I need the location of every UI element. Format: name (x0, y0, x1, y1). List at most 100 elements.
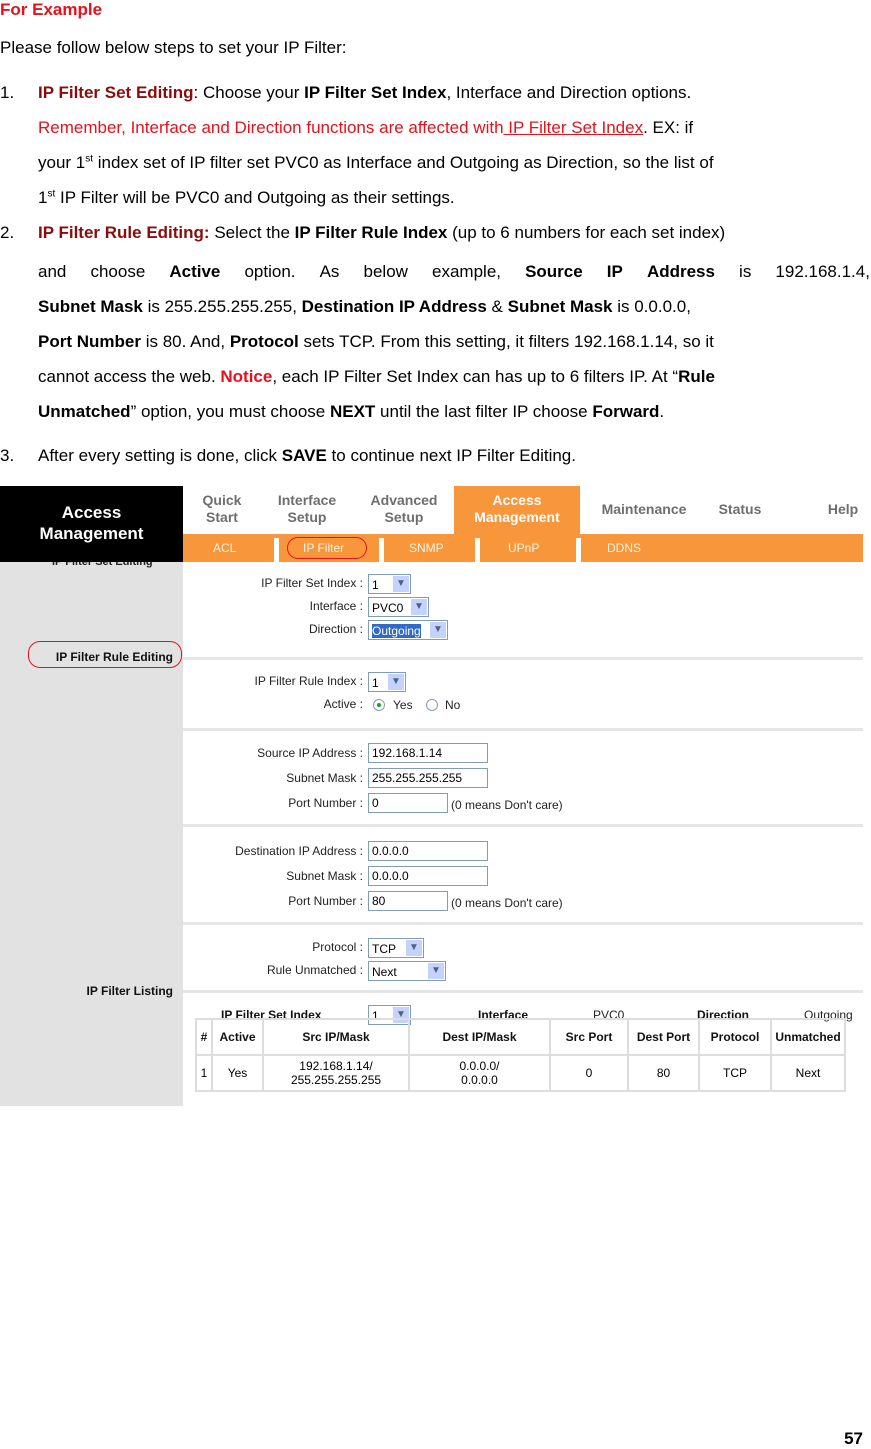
page-number: 57 (844, 1429, 863, 1448)
rule-index-select[interactable]: 1 ▼ (368, 672, 406, 692)
filter-list-table: # Active Src IP/Mask Dest IP/Mask Src Po… (195, 1018, 846, 1092)
divider (183, 922, 863, 925)
sub-nav: ACL IP Filter SNMP UPnP DDNS (183, 534, 863, 562)
tab-status[interactable]: Status (713, 501, 767, 518)
divider (183, 657, 863, 660)
step3-line1: After every setting is done, click SAVE … (38, 446, 576, 465)
port-hint: (0 means Don't care) (451, 896, 563, 910)
chevron-down-icon: ▼ (388, 674, 404, 690)
unmatched-label: Rule Unmatched : (266, 963, 363, 977)
step2-line6: Unmatched” option, you must choose NEXT … (38, 402, 665, 421)
src-ip-input[interactable]: 192.168.1.14 (368, 743, 488, 763)
direction-label: Direction : (308, 622, 363, 636)
router-screenshot: IP Filter Set Editing IP Filter Rule Edi… (0, 486, 863, 1106)
step2-line5: cannot access the web. Notice, each IP F… (38, 367, 715, 386)
active-label: Active : (323, 697, 363, 711)
chevron-down-icon: ▼ (393, 576, 409, 592)
step-number: 3. (0, 446, 15, 465)
step2-line2: and choose Active option. As below example, Sou… (38, 262, 870, 281)
tab-help[interactable]: Help (823, 501, 863, 518)
step1-line1: IP Filter Set Editing: Choose your IP Fi… (38, 83, 692, 102)
rule-index-label: IP Filter Rule Index : (254, 674, 364, 688)
cell-dst-port: 80 (627, 1054, 700, 1092)
table-row: 1 Yes 192.168.1.14/255.255.255.255 0.0.0… (195, 1054, 846, 1092)
set-index-select[interactable]: 1 ▼ (368, 574, 411, 594)
subtab-snmp[interactable]: SNMP (409, 541, 444, 555)
divider (274, 538, 279, 562)
divider (576, 538, 581, 562)
chevron-down-icon: ▼ (406, 940, 422, 956)
step1-line4: 1st IP Filter will be PVC0 and Outgoing … (38, 188, 455, 207)
cell-src: 192.168.1.14/255.255.255.255 (262, 1054, 410, 1092)
dst-mask-input[interactable]: 0.0.0.0 (368, 866, 488, 886)
src-mask-label: Subnet Mask : (286, 771, 363, 785)
intro-text: Please follow below steps to set your IP… (0, 38, 347, 57)
col-dst-port: Dest Port (627, 1018, 700, 1056)
interface-select[interactable]: PVC0 ▼ (368, 597, 429, 617)
set-index-label: IP Filter Set Index : (261, 576, 363, 590)
sidebar-label-listing: IP Filter Listing (86, 984, 173, 998)
dst-mask-label: Subnet Mask : (286, 869, 363, 883)
interface-label: Interface : (309, 599, 363, 613)
divider (475, 538, 480, 562)
logo-line1: Access (61, 503, 122, 522)
subtab-ddns[interactable]: DDNS (607, 541, 641, 555)
divider (183, 824, 863, 827)
highlight-circle (287, 537, 367, 559)
step-number: 1. (0, 83, 15, 102)
active-yes-radio[interactable] (373, 699, 385, 711)
step1-line2: Remember, Interface and Direction functi… (38, 118, 694, 137)
tab-quick-start[interactable]: Quick Start (197, 492, 247, 526)
step-number: 2. (0, 223, 15, 242)
divider (379, 538, 384, 562)
sidebar: IP Filter Set Editing IP Filter Rule Edi… (0, 486, 183, 1106)
col-active: Active (211, 1018, 264, 1056)
direction-select[interactable]: Outgoing ▼ (368, 620, 448, 640)
tab-interface-setup[interactable]: Interface Setup (269, 492, 345, 526)
src-port-label: Port Number : (288, 796, 363, 810)
protocol-label: Protocol : (312, 940, 363, 954)
dst-port-label: Port Number : (288, 894, 363, 908)
section-heading: For Example (0, 0, 103, 19)
subtab-upnp[interactable]: UPnP (508, 541, 539, 555)
src-port-input[interactable]: 0 (368, 793, 448, 813)
dst-port-input[interactable]: 80 (368, 891, 448, 911)
active-no-label: No (445, 698, 461, 712)
col-src-port: Src Port (549, 1018, 629, 1056)
chevron-down-icon: ▼ (430, 622, 446, 638)
chevron-down-icon: ▼ (428, 963, 444, 979)
src-ip-label: Source IP Address : (257, 746, 363, 760)
top-nav: Quick Start Interface Setup Advanced Setup … (183, 486, 863, 534)
subtab-acl[interactable]: ACL (213, 541, 236, 555)
tab-advanced-setup[interactable]: Advanced Setup (363, 492, 445, 526)
src-mask-input[interactable]: 255.255.255.255 (368, 768, 488, 788)
logo-line2: Management (39, 524, 144, 543)
col-src: Src IP/Mask (262, 1018, 410, 1056)
tab-maintenance[interactable]: Maintenance (591, 501, 697, 518)
unmatched-select[interactable]: Next ▼ (368, 961, 446, 981)
step2-line3: Subnet Mask is 255.255.255.255, Destinat… (38, 297, 691, 316)
cell-dst: 0.0.0.0/0.0.0.0 (408, 1054, 551, 1092)
table-header-row: # Active Src IP/Mask Dest IP/Mask Src Po… (195, 1018, 846, 1056)
step1-line3: your 1st index set of IP filter set PVC0… (38, 153, 714, 172)
cell-active: Yes (211, 1054, 264, 1092)
dst-ip-input[interactable]: 0.0.0.0 (368, 841, 488, 861)
cell-src-port: 0 (549, 1054, 629, 1092)
divider (183, 728, 863, 731)
cell-unmatched: Next (770, 1054, 846, 1092)
col-num: # (195, 1018, 213, 1056)
tab-access-management[interactable]: Access Management (454, 486, 580, 534)
cell-num: 1 (195, 1054, 213, 1092)
highlight-circle (28, 641, 182, 668)
step2-line1: IP Filter Rule Editing: Select the IP Fi… (38, 223, 726, 242)
divider (183, 990, 863, 993)
dst-ip-label: Destination IP Address : (235, 844, 363, 858)
logo: Access Management (0, 486, 183, 562)
step2-line4: Port Number is 80. And, Protocol sets TC… (38, 332, 714, 351)
protocol-select[interactable]: TCP ▼ (368, 938, 424, 958)
col-protocol: Protocol (698, 1018, 772, 1056)
cell-protocol: TCP (698, 1054, 772, 1092)
chevron-down-icon: ▼ (411, 599, 427, 615)
active-yes-label: Yes (393, 698, 413, 712)
active-no-radio[interactable] (426, 699, 438, 711)
